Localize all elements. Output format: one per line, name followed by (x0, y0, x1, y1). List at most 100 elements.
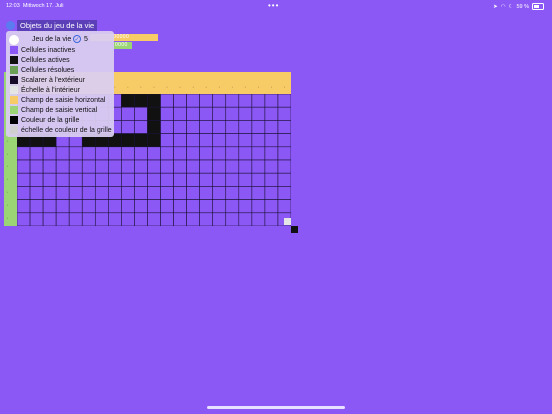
inactive-cell[interactable] (251, 186, 266, 200)
inactive-cell[interactable] (160, 146, 174, 161)
inactive-cell[interactable] (81, 212, 96, 226)
inactive-cell[interactable] (186, 106, 200, 121)
inactive-cell[interactable] (212, 159, 227, 174)
inactive-cell[interactable] (186, 133, 200, 148)
inactive-cell[interactable] (277, 120, 291, 134)
inactive-cell[interactable] (29, 199, 44, 214)
inactive-cell[interactable] (212, 133, 227, 148)
app-icon[interactable] (6, 21, 15, 30)
inactive-cell[interactable] (212, 146, 227, 161)
inactive-cell[interactable] (238, 94, 253, 108)
vertical-input-strip[interactable]: 0000 (114, 42, 132, 49)
inactive-cell[interactable] (68, 186, 83, 200)
inactive-cell[interactable] (94, 186, 109, 200)
inactive-cell[interactable] (238, 159, 253, 174)
inactive-cell[interactable] (212, 94, 227, 108)
inactive-cell[interactable] (173, 212, 187, 226)
inactive-cell[interactable] (186, 159, 200, 174)
inactive-cell[interactable] (68, 199, 83, 214)
multitask-dots[interactable]: ••• (268, 1, 279, 10)
inactive-cell[interactable] (134, 199, 148, 214)
inactive-cell[interactable] (81, 159, 96, 174)
inactive-cell[interactable] (55, 212, 70, 226)
inactive-cell[interactable] (160, 120, 174, 134)
inactive-cell[interactable] (17, 212, 31, 226)
inactive-cell[interactable] (238, 120, 253, 134)
inactive-cell[interactable] (186, 212, 200, 226)
inactive-cell[interactable] (160, 94, 174, 108)
inactive-cell[interactable] (251, 120, 266, 134)
scale-outside-handle[interactable] (291, 226, 298, 233)
inactive-cell[interactable] (212, 186, 227, 200)
inactive-cell[interactable] (160, 159, 174, 174)
inactive-cell[interactable] (29, 146, 44, 161)
active-cell[interactable] (147, 94, 161, 108)
inactive-cell[interactable] (121, 159, 135, 174)
inactive-cell[interactable] (186, 146, 200, 161)
inactive-cell[interactable] (81, 199, 96, 214)
inactive-cell[interactable] (277, 172, 291, 187)
inactive-cell[interactable] (17, 186, 31, 200)
legend-swatch[interactable] (10, 96, 18, 104)
inactive-cell[interactable] (160, 186, 174, 200)
inactive-cell[interactable] (108, 172, 122, 187)
inactive-cell[interactable] (160, 133, 174, 148)
inactive-cell[interactable] (108, 186, 122, 200)
inactive-cell[interactable] (238, 133, 253, 148)
inactive-cell[interactable] (42, 172, 57, 187)
legend-item[interactable]: Scalarer à l'extérieur (10, 75, 112, 85)
inactive-cell[interactable] (225, 94, 240, 108)
inactive-cell[interactable] (225, 186, 240, 200)
inactive-cell[interactable] (29, 159, 44, 174)
legend-swatch[interactable] (10, 46, 18, 54)
inactive-cell[interactable] (251, 212, 266, 226)
inactive-cell[interactable] (212, 212, 227, 226)
inactive-cell[interactable] (29, 172, 44, 187)
inactive-cell[interactable] (29, 212, 44, 226)
inactive-cell[interactable] (29, 186, 44, 200)
inactive-cell[interactable] (225, 172, 240, 187)
inactive-cell[interactable] (160, 172, 174, 187)
inactive-cell[interactable] (264, 94, 279, 108)
inactive-cell[interactable] (17, 159, 31, 174)
inactive-cell[interactable] (68, 146, 83, 161)
inactive-cell[interactable] (173, 159, 187, 174)
legend-swatch[interactable] (10, 66, 18, 74)
active-cell[interactable] (147, 133, 161, 148)
inactive-cell[interactable] (199, 212, 214, 226)
inactive-cell[interactable] (68, 159, 83, 174)
inactive-cell[interactable] (277, 159, 291, 174)
inactive-cell[interactable] (199, 199, 214, 214)
inactive-cell[interactable] (173, 94, 187, 108)
inactive-cell[interactable] (251, 159, 266, 174)
inactive-cell[interactable] (199, 146, 214, 161)
inactive-cell[interactable] (199, 159, 214, 174)
inactive-cell[interactable] (199, 172, 214, 187)
inactive-cell[interactable] (277, 94, 291, 108)
scale-inside-handle[interactable] (284, 218, 291, 225)
inactive-cell[interactable] (108, 212, 122, 226)
inactive-cell[interactable] (225, 133, 240, 148)
inactive-cell[interactable] (147, 186, 161, 200)
inactive-cell[interactable] (212, 106, 227, 121)
inactive-cell[interactable] (55, 172, 70, 187)
inactive-cell[interactable] (81, 186, 96, 200)
inactive-cell[interactable] (108, 159, 122, 174)
home-indicator[interactable] (207, 406, 345, 409)
inactive-cell[interactable] (134, 212, 148, 226)
inactive-cell[interactable] (264, 106, 279, 121)
inactive-cell[interactable] (121, 199, 135, 214)
inactive-cell[interactable] (264, 133, 279, 148)
inactive-cell[interactable] (251, 172, 266, 187)
inactive-cell[interactable] (225, 146, 240, 161)
inactive-cell[interactable] (173, 199, 187, 214)
inactive-cell[interactable] (186, 199, 200, 214)
inactive-cell[interactable] (68, 172, 83, 187)
inactive-cell[interactable] (199, 186, 214, 200)
inactive-cell[interactable] (277, 146, 291, 161)
inactive-cell[interactable] (173, 146, 187, 161)
inactive-cell[interactable] (238, 199, 253, 214)
legend-item[interactable]: échelle de couleur de la grille (10, 125, 112, 135)
inactive-cell[interactable] (238, 106, 253, 121)
legend-swatch[interactable] (10, 116, 18, 124)
